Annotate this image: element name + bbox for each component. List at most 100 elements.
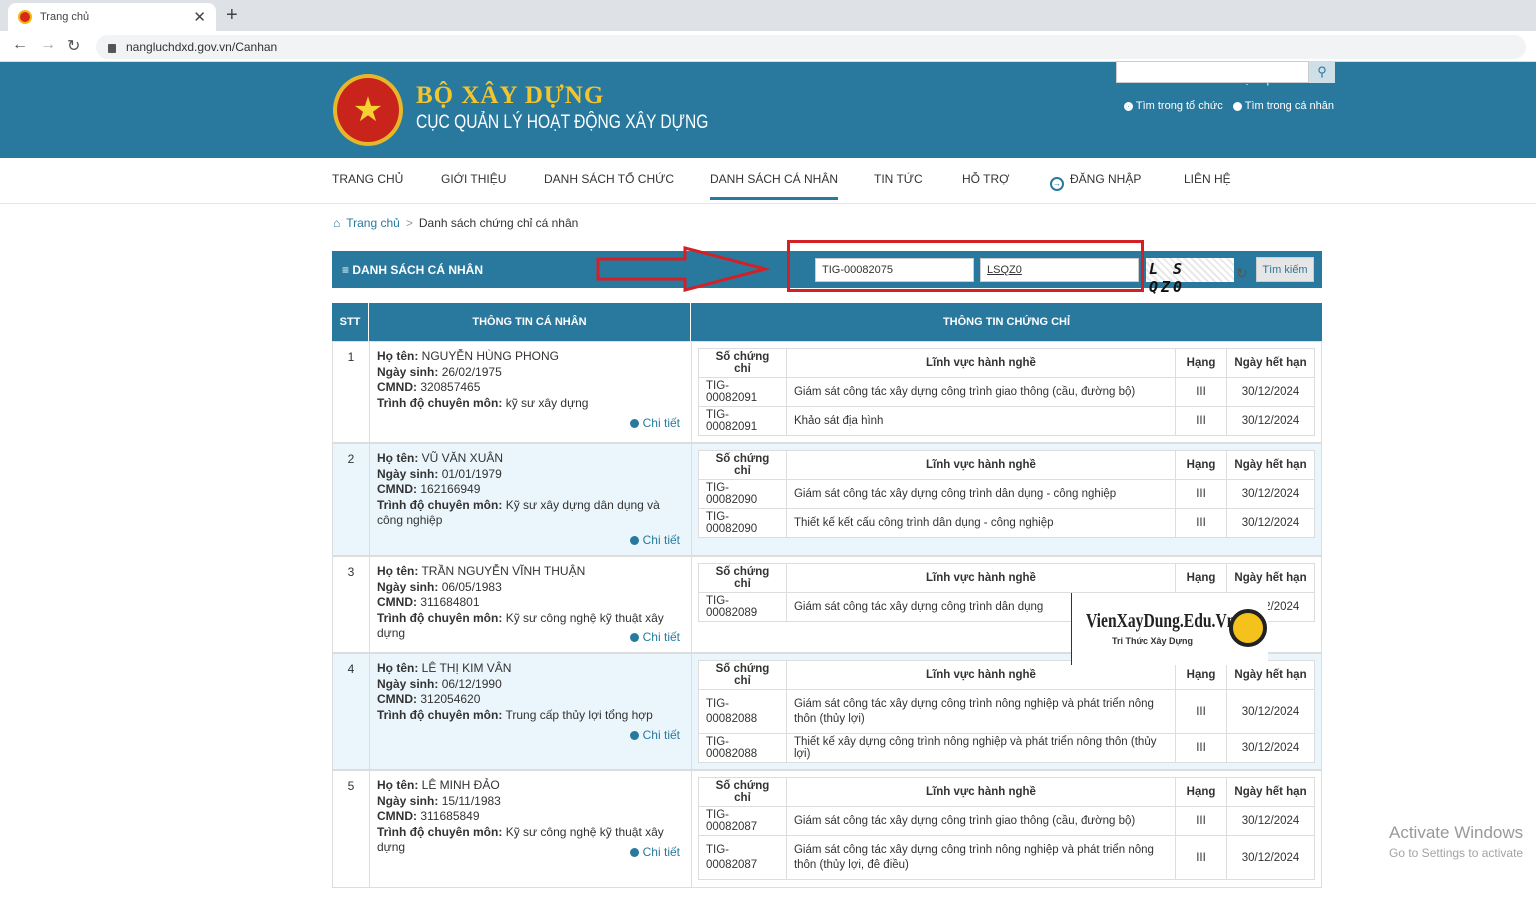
edu-label: Trình độ chuyên môn: (377, 824, 503, 839)
edu-label: Trình độ chuyên môn: (377, 497, 503, 512)
person-name: LÊ THỊ KIM VÂN (421, 661, 512, 675)
nav-org-list[interactable]: DANH SÁCH TỔ CHỨC (544, 172, 674, 186)
cert-col-field: Lĩnh vực hành nghề (785, 348, 1177, 378)
detail-link[interactable]: Chi tiết (629, 630, 680, 646)
id-label: CMND: (377, 692, 417, 706)
cert-field: Khảo sát địa hình (785, 406, 1177, 436)
cert-row: TIG-00082088 Thiết kế xây dựng công trình… (698, 733, 1315, 763)
cert-rank: III (1175, 835, 1228, 880)
cert-rank: III (1175, 508, 1228, 538)
cert-col-rank: Hạng (1175, 450, 1228, 480)
home-icon[interactable]: ⌂ (333, 216, 340, 230)
new-tab-button[interactable]: + (226, 4, 238, 27)
cert-col-number: Số chứng chỉ (698, 563, 787, 593)
cert-table: Số chứng chỉ Lĩnh vực hành nghề Hạng Ngày h… (698, 660, 1315, 763)
brand-subtitle[interactable]: CỤC QUẢN LÝ HOẠT ĐỘNG XÂY DỰNG (416, 112, 708, 134)
watermark-title: VienXayDung.Edu.Vn (1086, 610, 1236, 632)
forward-icon[interactable]: → (40, 36, 56, 54)
cert-row: TIG-00082090 Giám sát công tác xây dựng c… (698, 479, 1315, 509)
watermark-subtitle: Tri Thức Xây Dựng (1112, 636, 1194, 646)
tab-close-icon[interactable]: ✕ (193, 8, 206, 26)
person-name: LÊ MINH ĐẢO (421, 778, 500, 792)
name-label: Họ tên: (377, 778, 419, 792)
cert-field: Giám sát công tác xây dựng công trình gi… (785, 806, 1177, 836)
edu-label: Trình độ chuyên môn: (377, 707, 503, 722)
dob-label: Ngày sinh: (377, 466, 439, 481)
national-emblem-icon[interactable]: ★ (333, 74, 403, 146)
captcha-refresh-icon[interactable]: ↻ (1236, 265, 1248, 282)
radio-person[interactable]: Tìm trong cá nhân (1232, 100, 1334, 112)
person-id: 320857465 (420, 380, 481, 394)
brand-title[interactable]: BỘ XÂY DỰNG (416, 82, 604, 110)
browser-tab[interactable]: Trang chủ ✕ (8, 3, 216, 31)
breadcrumb: ⌂ Trang chủ > Danh sách chứng chỉ cá nhâ… (333, 216, 578, 230)
cert-col-field: Lĩnh vực hành nghề (785, 777, 1177, 807)
info-icon (629, 731, 639, 740)
reload-icon[interactable]: ↻ (67, 36, 80, 56)
info-icon (629, 848, 639, 857)
radio-person-dot[interactable] (1232, 101, 1242, 111)
person-id: 311685849 (420, 809, 480, 823)
cert-rank: III (1175, 689, 1228, 734)
cert-row: TIG-00082087 Giám sát công tác xây dựng c… (698, 806, 1315, 836)
back-icon[interactable]: ← (12, 36, 28, 54)
cert-expiry: 30/12/2024 (1226, 806, 1315, 836)
person-dob: 15/11/1983 (441, 793, 501, 808)
detail-link[interactable]: Chi tiết (629, 416, 680, 432)
nav-contact[interactable]: LIÊN HỆ (1184, 172, 1231, 186)
cert-number: TIG-00082090 (698, 479, 787, 509)
favicon-icon (18, 10, 32, 24)
cert-expiry: 30/12/2024 (1226, 377, 1315, 407)
nav-support[interactable]: HỖ TRỢ (962, 172, 1009, 186)
cert-field: Giám sát công tác xây dựng công trình dâ… (785, 479, 1177, 509)
cert-expiry: 30/12/2024 (1226, 479, 1315, 509)
cert-number: TIG-00082091 (698, 377, 787, 407)
cert-col-expiry: Ngày hết hạn (1226, 348, 1315, 378)
search-scope: Tìm trong tổ chức Tìm trong cá nhân (1123, 100, 1334, 112)
nav-about[interactable]: GIỚI THIỆU (441, 172, 506, 186)
info-icon (629, 536, 639, 545)
radio-org-dot[interactable] (1123, 101, 1133, 111)
col-cert-info: THÔNG TIN CHỨNG CHỈ (942, 316, 1071, 328)
nav-person-list[interactable]: DANH SÁCH CÁ NHÂN (710, 172, 839, 200)
nav-news[interactable]: TIN TỨC (874, 172, 923, 186)
url-field[interactable]: nangluchdxd.gov.vn/Canhan (96, 35, 1526, 59)
cert-col-number: Số chứng chỉ (698, 777, 787, 807)
breadcrumb-home[interactable]: Trang chủ (346, 216, 400, 230)
nav-home[interactable]: TRANG CHỦ (332, 172, 403, 186)
site-logo-watermark: VienXayDung.Edu.Vn Tri Thức Xây Dựng (1071, 593, 1268, 665)
cert-row: TIG-00082087 Giám sát công tác xây dựng c… (698, 835, 1315, 880)
edu-label: Trình độ chuyên môn: (377, 610, 503, 625)
cert-row: TIG-00082091 Khảo sát địa hình III 30/12/20… (698, 406, 1315, 436)
detail-link[interactable]: Chi tiết (629, 845, 680, 861)
search-icon[interactable]: ⚲ (1309, 61, 1335, 83)
cert-col-number: Số chứng chỉ (698, 348, 787, 378)
person-dob: 06/12/1990 (441, 676, 502, 691)
radio-org[interactable]: Tìm trong tổ chức (1123, 100, 1223, 112)
nav-login[interactable]: → ĐĂNG NHẬP (1050, 172, 1141, 191)
table-row: 4 Họ tên: LÊ THỊ KIM VÂN Ngày sinh: 06/12/… (332, 653, 1322, 770)
detail-link[interactable]: Chi tiết (629, 728, 680, 744)
header-search-input[interactable] (1116, 61, 1309, 83)
cert-col-rank: Hạng (1175, 348, 1228, 378)
row-stt: 5 (333, 771, 370, 887)
nav-login-label: ĐĂNG NHẬP (1070, 172, 1142, 186)
person-name: VŨ VĂN XUÂN (421, 451, 504, 465)
person-dob: 26/02/1975 (441, 364, 502, 379)
person-info: Họ tên: LÊ MINH ĐẢO Ngày sinh: 15/11/1983… (370, 771, 692, 887)
annotation-arrow-icon (596, 246, 770, 292)
row-stt: 1 (333, 342, 370, 442)
detail-link[interactable]: Chi tiết (629, 533, 680, 549)
name-label: Họ tên: (377, 564, 419, 578)
search-button[interactable]: Tìm kiếm (1256, 257, 1314, 282)
cert-col-expiry: Ngày hết hạn (1226, 777, 1315, 807)
cert-table: Số chứng chỉ Lĩnh vực hành nghề Hạng Ngày h… (698, 450, 1315, 538)
cert-row: TIG-00082091 Giám sát công tác xây dựng c… (698, 377, 1315, 407)
person-name: TRẦN NGUYỄN VĨNH THUẬN (421, 564, 586, 578)
person-id: 311684801 (420, 595, 480, 609)
dob-label: Ngày sinh: (377, 364, 439, 379)
cert-col-field: Lĩnh vực hành nghề (785, 563, 1177, 593)
id-label: CMND: (377, 482, 417, 496)
info-icon (629, 633, 639, 642)
cert-row: TIG-00082088 Giám sát công tác xây dựng c… (698, 689, 1315, 734)
